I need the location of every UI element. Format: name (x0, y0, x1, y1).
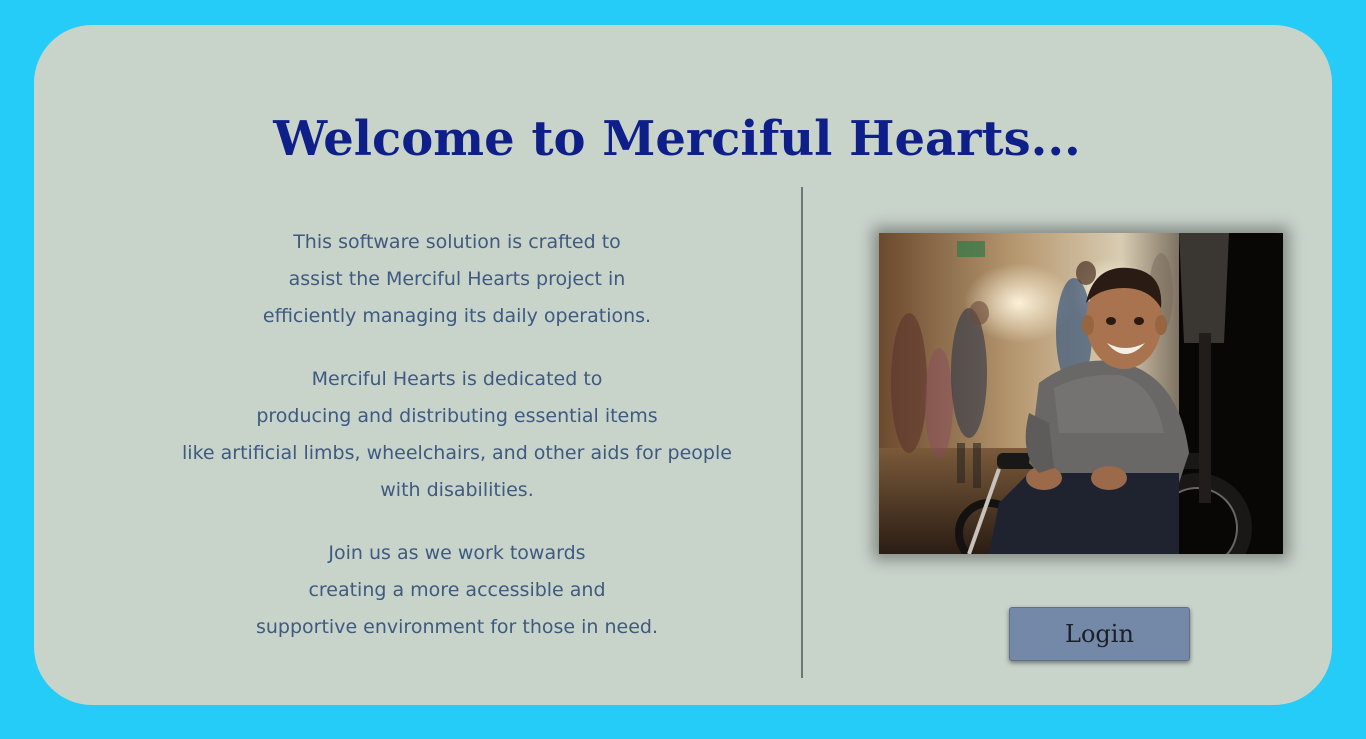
intro-paragraph-1: This software solution is crafted to ass… (140, 224, 774, 335)
intro-line: assist the Merciful Hearts project in (288, 268, 626, 290)
intro-text: This software solution is crafted to ass… (140, 224, 774, 646)
intro-line: efficiently managing its daily operation… (262, 305, 652, 327)
page-title-text: Welcome to Merciful Hearts... (273, 111, 1081, 167)
intro-line: with disabilities. (380, 479, 534, 501)
hero-photo (879, 233, 1283, 554)
intro-line: like artificial limbs, wheelchairs, and … (182, 442, 732, 464)
intro-line: supportive environment for those in need… (255, 616, 659, 638)
intro-line: producing and distributing essential ite… (256, 405, 658, 427)
welcome-card: Welcome to Merciful Hearts... This softw… (34, 25, 1332, 705)
intro-line: This software solution is crafted to (293, 231, 621, 253)
wheelchair-child-image (879, 233, 1283, 554)
intro-line: Join us as we work towards (328, 542, 586, 564)
intro-line: Merciful Hearts is dedicated to (311, 368, 603, 390)
login-button[interactable]: Login (1009, 607, 1190, 661)
intro-paragraph-3: Join us as we work towards creating a mo… (140, 535, 774, 646)
intro-line: creating a more accessible and (308, 579, 606, 601)
vertical-divider (801, 187, 803, 678)
intro-paragraph-2: Merciful Hearts is dedicated to producin… (140, 361, 774, 509)
